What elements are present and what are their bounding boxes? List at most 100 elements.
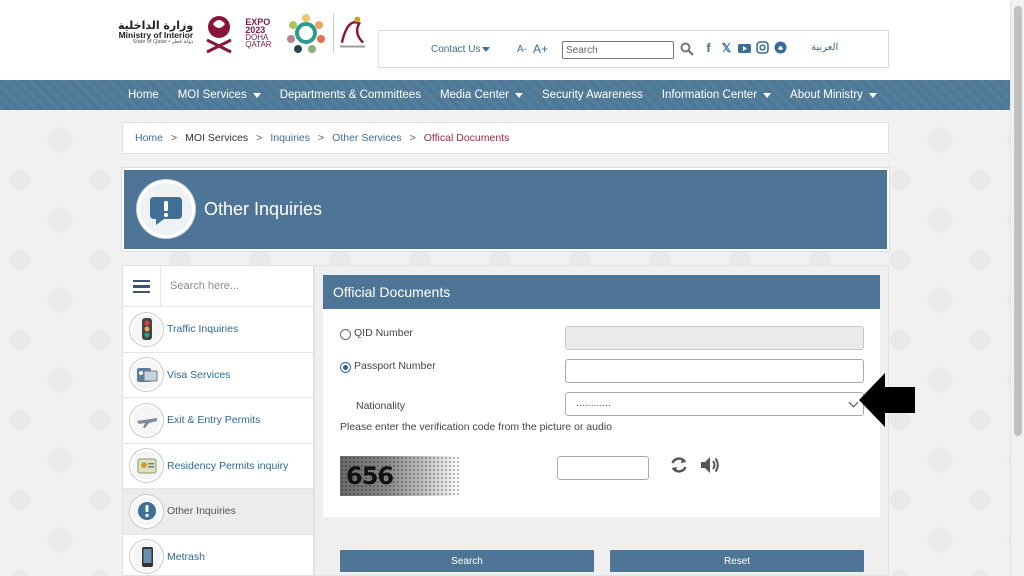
facebook-icon[interactable]: f	[702, 40, 715, 55]
captcha-text: 656	[346, 462, 394, 490]
main-panel: Official Documents QID Number Passport N…	[314, 265, 889, 576]
visa-icon	[130, 358, 163, 392]
verification-instruction: Please enter the verification code from …	[340, 421, 612, 433]
page-scrollbar[interactable]	[1010, 0, 1024, 576]
sidebar-item-visa-services[interactable]: Visa Services	[123, 353, 313, 398]
captcha-image: 656	[340, 456, 460, 496]
qid-input[interactable]	[565, 326, 864, 350]
caret-down-icon	[515, 92, 523, 98]
sidebar-item-label: Traffic Inquiries	[167, 323, 239, 336]
sidebar-item-metrash[interactable]: Metrash	[123, 535, 313, 576]
font-decrease-button[interactable]: A-	[517, 44, 527, 55]
breadcrumb-other-services[interactable]: Other Services	[332, 132, 401, 144]
sidebar-item-label: Other Inquiries	[167, 505, 236, 518]
nav-moi-services-label: MOI Services	[177, 89, 247, 101]
breadcrumb-separator: >	[318, 132, 325, 144]
nav-security-awareness-label: Security Awareness	[542, 89, 643, 101]
audio-captcha-icon[interactable]	[699, 454, 721, 476]
chevron-down-icon	[848, 397, 859, 408]
breadcrumb-separator: >	[409, 132, 416, 144]
refresh-captcha-icon[interactable]	[668, 454, 690, 476]
nav-media-center-label: Media Center	[439, 89, 509, 101]
instagram-icon[interactable]	[756, 40, 769, 55]
caret-down-icon	[252, 92, 261, 98]
qatar-emblem-icon	[206, 16, 232, 54]
sidebar-item-residency-permits[interactable]: Residency Permits inquiry	[123, 444, 313, 489]
traffic-light-icon	[130, 312, 163, 346]
sidebar-search-input[interactable]	[161, 266, 311, 306]
nav-about-ministry[interactable]: About Ministry	[790, 89, 877, 101]
expo-text-4: QATAR	[245, 40, 272, 50]
airplane-icon	[130, 403, 163, 437]
breadcrumb: Home > MOI Services > Inquiries > Other …	[122, 122, 889, 154]
caret-down-icon	[763, 92, 772, 98]
language-switch-link[interactable]: العربية	[811, 42, 838, 53]
qid-radio[interactable]	[340, 329, 351, 340]
nav-home[interactable]: Home	[128, 89, 159, 101]
nationality-select[interactable]: ............	[565, 392, 864, 416]
search-icon[interactable]	[680, 42, 694, 56]
contact-us-dropdown[interactable]: Contact Us	[431, 44, 491, 55]
search-button[interactable]: Search	[340, 550, 594, 572]
arrow-left-icon	[859, 373, 915, 427]
moi-logo-text: وزارة الداخلية Ministry of Interior Stat…	[118, 20, 193, 46]
passport-number-input[interactable]	[565, 359, 864, 383]
social-links: f 𝕏	[702, 40, 787, 55]
qid-label: QID Number	[354, 327, 413, 339]
reset-button[interactable]: Reset	[610, 550, 864, 572]
sidebar-item-traffic-inquiries[interactable]: Traffic Inquiries	[123, 307, 313, 353]
snapchat-icon[interactable]	[774, 40, 787, 55]
page-banner: Other Inquiries	[122, 168, 889, 251]
scrollbar-thumb[interactable]	[1014, 6, 1022, 436]
main-navbar: Home MOI Services Departments & Committe…	[0, 80, 1010, 110]
vision-logo-icon	[333, 13, 366, 53]
nav-information-center[interactable]: Information Center	[661, 89, 772, 101]
logo-block[interactable]: وزارة الداخلية Ministry of Interior Stat…	[118, 12, 367, 54]
captcha-input[interactable]	[557, 456, 649, 480]
breadcrumb-separator: >	[256, 132, 263, 144]
nav-departments[interactable]: Departments & Committees	[280, 89, 421, 101]
sidebar-item-exit-entry-permits[interactable]: Exit & Entry Permits	[123, 398, 313, 444]
nav-departments-label: Departments & Committees	[279, 89, 421, 101]
nav-about-ministry-label: About Ministry	[790, 89, 863, 101]
moi-subtitle: State of Qatar • دولة قطر	[132, 39, 194, 46]
sidebar-item-label: Residency Permits inquiry	[167, 459, 289, 472]
nav-security-awareness[interactable]: Security Awareness	[542, 89, 643, 101]
passport-radio[interactable]	[340, 362, 351, 373]
sidebar: Traffic Inquiries Visa Services Exit & E…	[122, 265, 314, 576]
exclamation-icon	[137, 180, 195, 238]
breadcrumb-home[interactable]: Home	[135, 132, 163, 144]
sidebar-item-other-inquiries[interactable]: Other Inquiries	[123, 489, 313, 535]
contact-us-label: Contact Us	[431, 44, 481, 55]
sidebar-item-label: Metrash	[167, 550, 205, 563]
sidebar-item-label: Visa Services	[167, 368, 231, 381]
youtube-icon[interactable]	[738, 40, 751, 55]
page: وزارة الداخلية Ministry of Interior Stat…	[0, 0, 1024, 576]
breadcrumb-inquiries[interactable]: Inquiries	[270, 132, 310, 144]
breadcrumb-separator: >	[171, 132, 178, 144]
nav-moi-services[interactable]: MOI Services	[178, 89, 261, 101]
hamburger-menu-icon[interactable]	[123, 266, 161, 307]
breadcrumb-moi-services: MOI Services	[185, 132, 249, 144]
nav-media-center[interactable]: Media Center	[440, 89, 523, 101]
utility-bar: Contact Us A- A+ f 𝕏	[378, 30, 889, 68]
form-title: Official Documents	[323, 275, 880, 309]
residency-card-icon	[130, 449, 163, 483]
caret-down-icon	[868, 92, 877, 98]
passport-label: Passport Number	[354, 360, 436, 372]
nationality-selected-value: ............	[576, 397, 612, 409]
nationality-label: Nationality	[356, 400, 406, 412]
nav-information-center-label: Information Center	[661, 89, 758, 101]
nav-home-label: Home	[128, 89, 159, 101]
inquiry-form: QID Number Passport Number Nationality .…	[323, 309, 880, 517]
expo-logo: EXPO 2023 DOHA QATAR	[245, 17, 279, 50]
font-increase-button[interactable]: A+	[533, 42, 548, 56]
expo-flower-icon	[287, 14, 326, 53]
top-header: وزارة الداخلية Ministry of Interior Stat…	[0, 0, 1010, 80]
caret-down-icon	[482, 46, 491, 52]
site-search-input[interactable]	[562, 41, 674, 59]
exclamation-icon	[130, 494, 163, 528]
sidebar-search-row	[123, 266, 313, 307]
sidebar-item-label: Exit & Entry Permits	[167, 414, 261, 427]
x-icon[interactable]: 𝕏	[720, 40, 733, 55]
